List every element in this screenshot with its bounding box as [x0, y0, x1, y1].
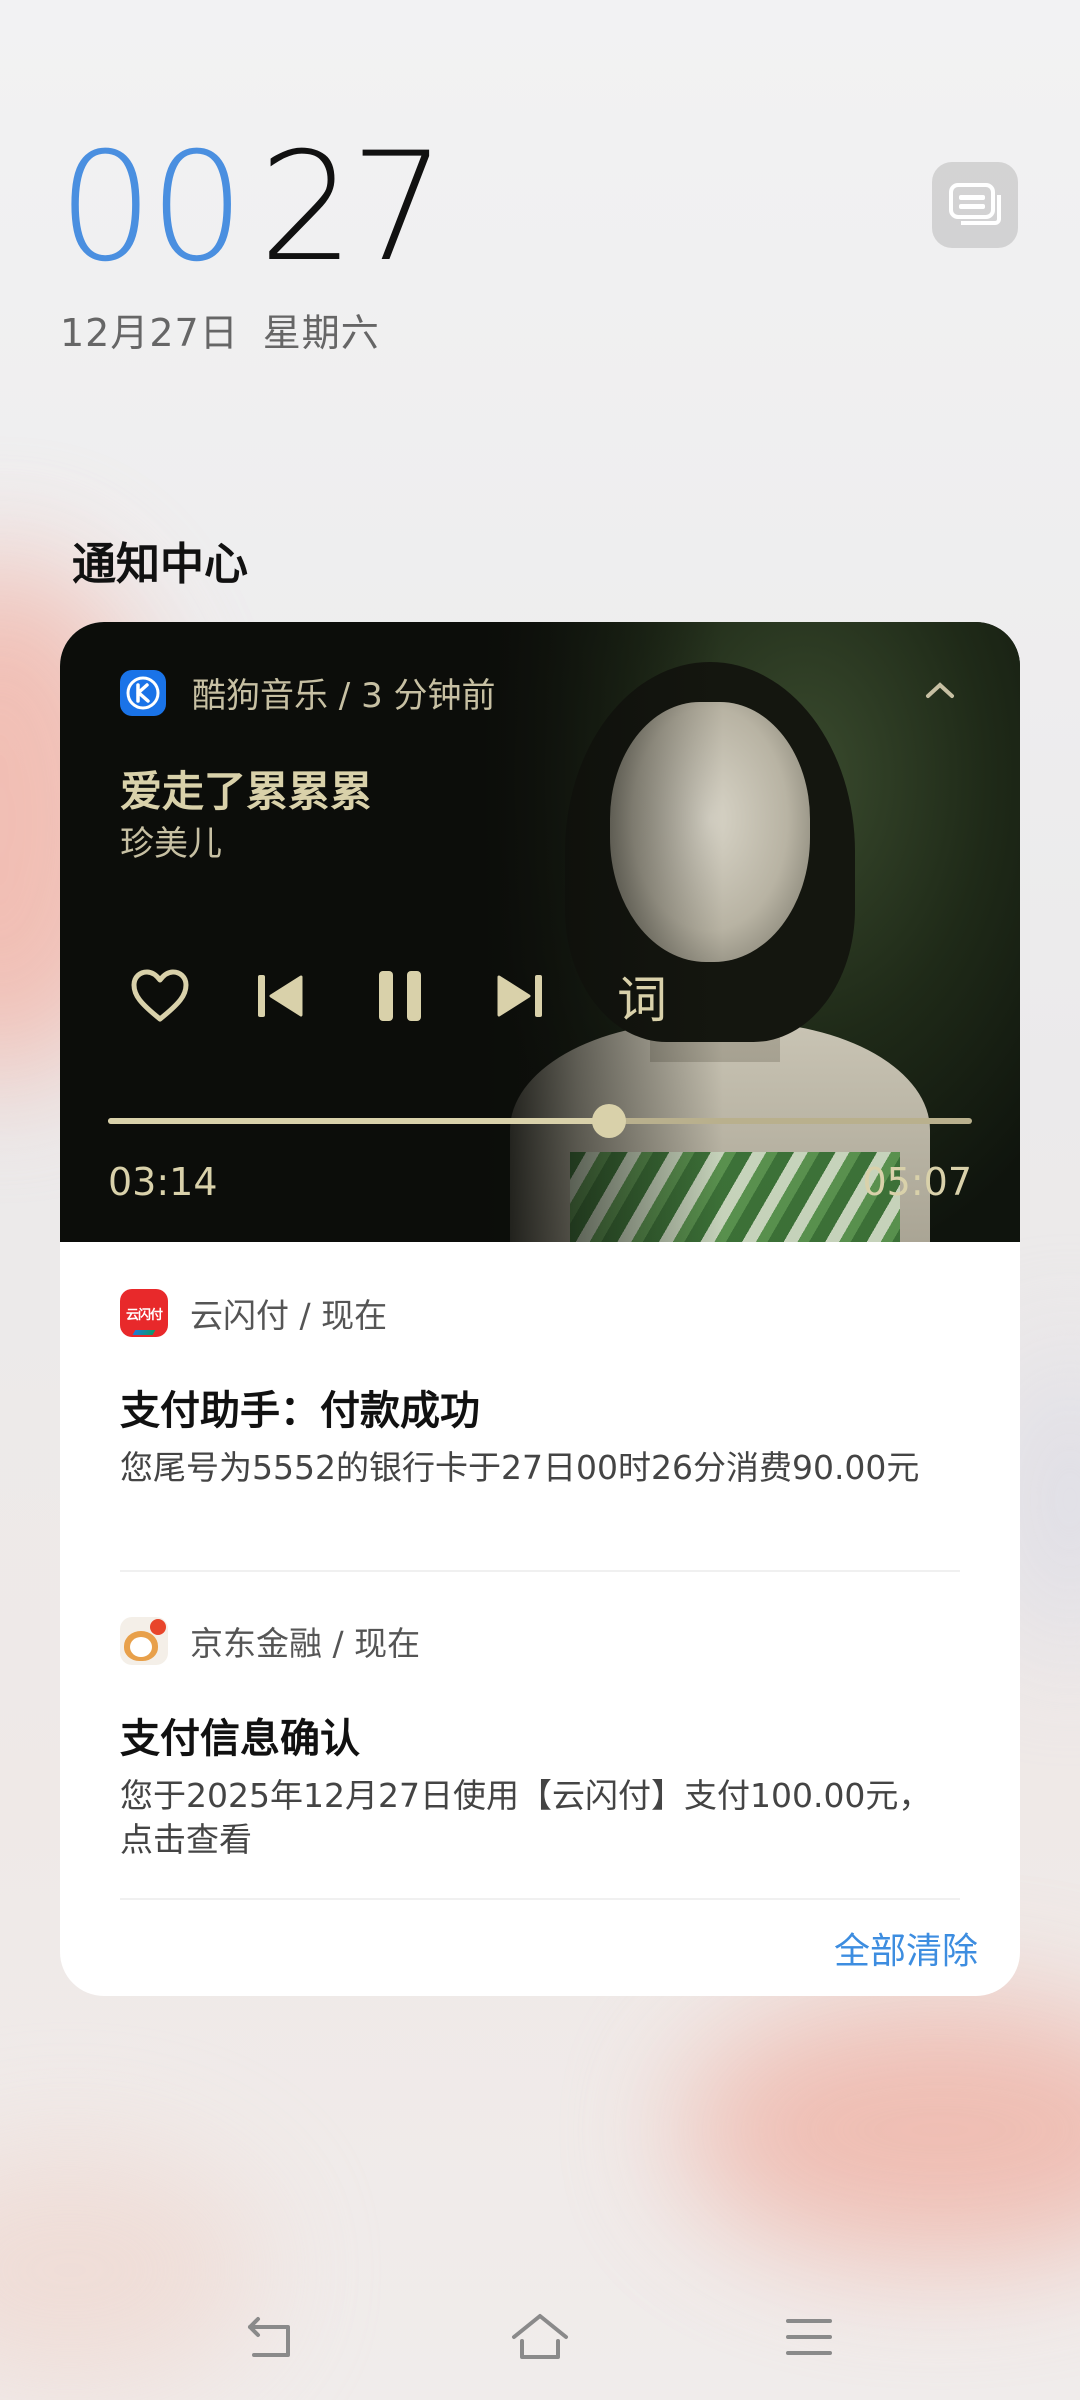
clock-hour: 00	[58, 121, 245, 295]
lyrics-button[interactable]: 词	[606, 960, 678, 1032]
pause-button[interactable]	[364, 960, 436, 1032]
notification-center-title: 通知中心	[72, 539, 248, 590]
progress-fill	[108, 1118, 610, 1124]
notification-jd-finance[interactable]: 京东金融 / 现在 支付信息确认 您于2025年12月27日使用【云闪付】支付1…	[120, 1616, 960, 1862]
total-time: 05:07	[862, 1160, 972, 1204]
notification-title: 支付信息确认	[120, 1716, 360, 1762]
previous-button[interactable]	[244, 960, 316, 1032]
divider	[120, 1570, 960, 1572]
progress-thumb[interactable]	[592, 1104, 627, 1138]
notification-app-name: 京东金融 / 现在	[190, 1624, 421, 1663]
current-time: 03:14	[108, 1160, 218, 1204]
notification-card: 酷狗音乐 / 3 分钟前 爱走了累累累 珍美儿 词 03:14 05:07 云闪…	[60, 622, 1020, 1996]
notification-title: 支付助手：付款成功	[120, 1388, 480, 1434]
collapse-button[interactable]	[920, 670, 960, 710]
date: 12月27日 星期六	[60, 302, 380, 357]
heart-icon	[131, 969, 189, 1022]
date-day: 12月27日	[60, 311, 239, 355]
clock-minute: 27	[258, 121, 446, 295]
like-button[interactable]	[124, 960, 196, 1032]
unionpay-app-icon: 云闪付	[120, 1289, 168, 1337]
date-weekday: 星期六	[262, 311, 380, 355]
recents-menu-button[interactable]	[774, 2302, 844, 2372]
back-button[interactable]	[236, 2302, 306, 2372]
collapse-chevron-icon	[926, 682, 954, 698]
home-icon	[512, 2314, 568, 2359]
back-icon	[248, 2317, 290, 2357]
progress-slider[interactable]	[108, 1104, 972, 1138]
menu-icon	[786, 2319, 832, 2355]
clear-all-button[interactable]: 全部清除	[834, 1922, 978, 1974]
next-button[interactable]	[484, 960, 556, 1032]
media-player[interactable]: 酷狗音乐 / 3 分钟前 爱走了累累累 珍美儿 词 03:14 05:07	[60, 622, 1020, 1242]
notification-unionpay[interactable]: 云闪付 云闪付 / 现在 支付助手：付款成功 您尾号为5552的银行卡于27日0…	[120, 1288, 960, 1490]
media-app-name: 酷狗音乐 / 3 分钟前	[192, 676, 496, 716]
divider	[120, 1898, 960, 1900]
clock: 00 27	[58, 128, 446, 288]
song-artist: 珍美儿	[120, 824, 222, 864]
next-icon	[497, 975, 542, 1017]
pause-icon	[379, 971, 421, 1021]
notification-body: 您于2025年12月27日使用【云闪付】支付100.00元，点击查看	[120, 1776, 932, 1859]
home-button[interactable]	[505, 2302, 575, 2372]
album-art	[480, 622, 1020, 1242]
kugou-app-icon	[120, 670, 166, 716]
song-title: 爱走了累累累	[120, 767, 373, 816]
notification-app-name: 云闪付 / 现在	[190, 1296, 388, 1335]
previous-icon	[258, 975, 303, 1017]
navigation-bar	[0, 2290, 1080, 2380]
jd-finance-app-icon	[120, 1617, 168, 1665]
notification-body: 您尾号为5552的银行卡于27日00时26分消费90.00元	[120, 1448, 920, 1487]
stack-icon	[949, 183, 1001, 225]
notification-tiles-toggle-button[interactable]	[932, 162, 1018, 248]
